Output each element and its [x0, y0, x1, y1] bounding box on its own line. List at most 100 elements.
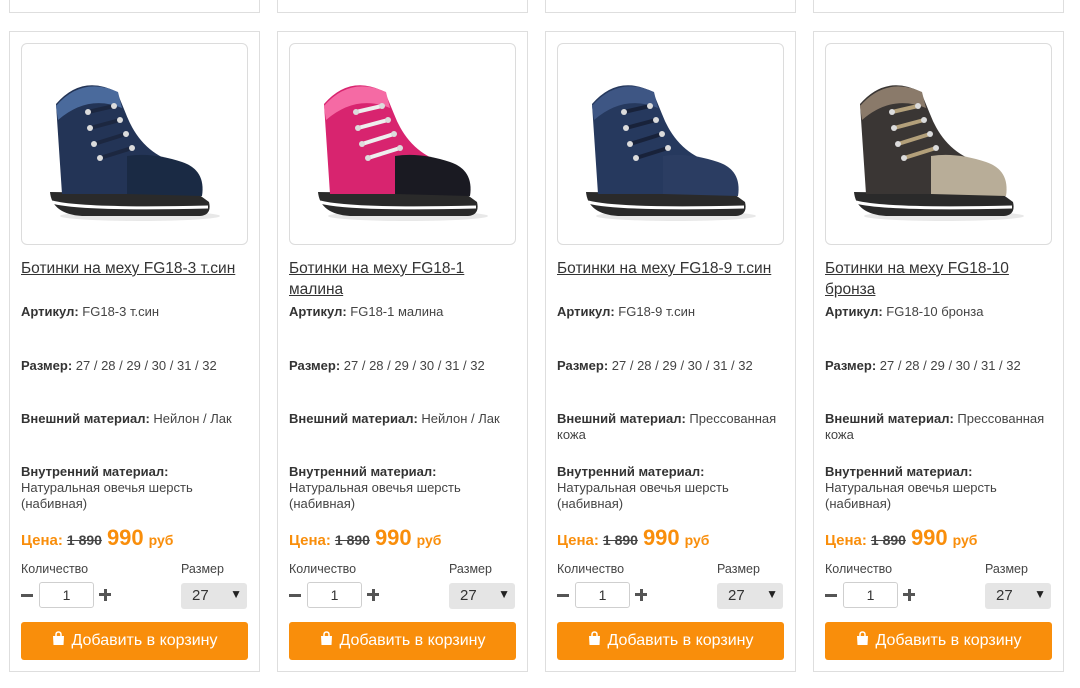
- plus-icon[interactable]: [99, 588, 113, 602]
- size-select-value: 27: [460, 587, 477, 604]
- product-title[interactable]: Ботинки на меху FG18-3 т.син: [21, 258, 253, 279]
- shopping-bag-icon: [51, 631, 66, 651]
- size-label: Размер:: [825, 358, 877, 373]
- add-to-cart-button[interactable]: Добавить в корзину: [21, 622, 248, 660]
- add-to-cart-label: Добавить в корзину: [339, 632, 486, 649]
- price-label: Цена:: [21, 532, 63, 549]
- prev-row-card: [813, 0, 1064, 13]
- size-label: Размер:: [289, 358, 341, 373]
- currency: руб: [952, 532, 978, 548]
- outer-material-field: Внешний материал: Нейлон / Лак: [289, 411, 519, 427]
- size-select-value: 27: [192, 587, 209, 604]
- size-select-value: 27: [728, 587, 745, 604]
- dropdown-arrow-icon: ▼: [498, 587, 510, 601]
- article-field: Артикул: FG18-1 малина: [289, 304, 519, 320]
- outer-material-label: Внешний материал:: [557, 411, 686, 426]
- quantity-label: Количество: [825, 562, 893, 576]
- inner-material-field: Внутренний материал: Натуральная овечья …: [289, 464, 519, 512]
- price-label: Цена:: [825, 532, 867, 549]
- old-price: 1 890: [334, 532, 370, 548]
- product-title[interactable]: Ботинки на меху FG18-9 т.син: [557, 258, 789, 279]
- inner-material-label: Внутренний материал:: [289, 464, 437, 479]
- plus-icon[interactable]: [903, 588, 917, 602]
- new-price: 990: [374, 525, 412, 550]
- prev-row-card: [277, 0, 528, 13]
- outer-material-field: Внешний материал: Прессованная кожа: [557, 411, 787, 443]
- size-select[interactable]: 27 ▼: [449, 583, 515, 609]
- price-row: Цена: 1 890 990 руб: [825, 525, 977, 553]
- article-label: Артикул:: [289, 304, 347, 319]
- size-field: Размер: 27 / 28 / 29 / 30 / 31 / 32: [289, 358, 519, 374]
- product-card: Ботинки на меху FG18-1 малина Артикул: F…: [277, 31, 528, 672]
- size-select[interactable]: 27 ▼: [985, 583, 1051, 609]
- raspberry-boot-image[interactable]: [289, 43, 516, 245]
- shopping-bag-icon: [319, 631, 334, 651]
- new-price: 990: [106, 525, 144, 550]
- currency: руб: [416, 532, 442, 548]
- article-label: Артикул:: [557, 304, 615, 319]
- size-value: 27 / 28 / 29 / 30 / 31 / 32: [343, 358, 485, 373]
- size-label: Размер:: [21, 358, 73, 373]
- outer-material-label: Внешний материал:: [289, 411, 418, 426]
- bronze-boot-image[interactable]: [825, 43, 1052, 245]
- quantity-label: Количество: [557, 562, 625, 576]
- minus-icon[interactable]: [557, 588, 571, 602]
- article-value: FG18-10 бронза: [886, 304, 984, 319]
- navy-boot-image[interactable]: [21, 43, 248, 245]
- inner-material-label: Внутренний материал:: [21, 464, 169, 479]
- outer-material-label: Внешний материал:: [21, 411, 150, 426]
- prev-row-card: [9, 0, 260, 13]
- dropdown-arrow-icon: ▼: [766, 587, 778, 601]
- dropdown-arrow-icon: ▼: [230, 587, 242, 601]
- currency: руб: [148, 532, 174, 548]
- quantity-input[interactable]: 1: [843, 582, 898, 608]
- article-value: FG18-3 т.син: [82, 304, 160, 319]
- dropdown-arrow-icon: ▼: [1034, 587, 1046, 601]
- article-label: Артикул:: [21, 304, 79, 319]
- product-title[interactable]: Ботинки на меху FG18-1 малина: [289, 258, 521, 300]
- outer-material-field: Внешний материал: Прессованная кожа: [825, 411, 1055, 443]
- product-card: Ботинки на меху FG18-3 т.син Артикул: FG…: [9, 31, 260, 672]
- add-to-cart-button[interactable]: Добавить в корзину: [825, 622, 1052, 660]
- size-value: 27 / 28 / 29 / 30 / 31 / 32: [611, 358, 753, 373]
- boot-image: [854, 85, 1024, 221]
- price-row: Цена: 1 890 990 руб: [557, 525, 709, 553]
- article-value: FG18-1 малина: [350, 304, 444, 319]
- inner-material-value: Натуральная овечья шерсть (набивная): [289, 480, 461, 511]
- new-price: 990: [642, 525, 680, 550]
- old-price: 1 890: [602, 532, 638, 548]
- size-select[interactable]: 27 ▼: [181, 583, 247, 609]
- size-field: Размер: 27 / 28 / 29 / 30 / 31 / 32: [557, 358, 787, 374]
- minus-icon[interactable]: [289, 588, 303, 602]
- product-card: Ботинки на меху FG18-9 т.син Артикул: FG…: [545, 31, 796, 672]
- add-to-cart-button[interactable]: Добавить в корзину: [557, 622, 784, 660]
- size-select[interactable]: 27 ▼: [717, 583, 783, 609]
- article-label: Артикул:: [825, 304, 883, 319]
- product-title[interactable]: Ботинки на меху FG18-10 бронза: [825, 258, 1057, 300]
- article-value: FG18-9 т.син: [618, 304, 696, 319]
- plus-icon[interactable]: [635, 588, 649, 602]
- inner-material-field: Внутренний материал: Натуральная овечья …: [21, 464, 251, 512]
- shopping-bag-icon: [855, 631, 870, 651]
- article-field: Артикул: FG18-10 бронза: [825, 304, 1055, 320]
- inner-material-field: Внутренний материал: Натуральная овечья …: [825, 464, 1055, 512]
- navy-leather-boot-image[interactable]: [557, 43, 784, 245]
- quantity-input[interactable]: 1: [575, 582, 630, 608]
- prev-row-card: [545, 0, 796, 13]
- size-value: 27 / 28 / 29 / 30 / 31 / 32: [879, 358, 1021, 373]
- size-label: Размер:: [557, 358, 609, 373]
- product-card: Ботинки на меху FG18-10 бронза Артикул: …: [813, 31, 1064, 672]
- boot-image: [586, 85, 756, 221]
- boot-image: [318, 85, 488, 221]
- inner-material-label: Внутренний материал:: [557, 464, 705, 479]
- plus-icon[interactable]: [367, 588, 381, 602]
- price-row: Цена: 1 890 990 руб: [289, 525, 441, 553]
- quantity-input[interactable]: 1: [39, 582, 94, 608]
- shopping-bag-icon: [587, 631, 602, 651]
- quantity-input[interactable]: 1: [307, 582, 362, 608]
- inner-material-field: Внутренний материал: Натуральная овечья …: [557, 464, 787, 512]
- minus-icon[interactable]: [21, 588, 35, 602]
- add-to-cart-button[interactable]: Добавить в корзину: [289, 622, 516, 660]
- size-value: 27 / 28 / 29 / 30 / 31 / 32: [75, 358, 217, 373]
- minus-icon[interactable]: [825, 588, 839, 602]
